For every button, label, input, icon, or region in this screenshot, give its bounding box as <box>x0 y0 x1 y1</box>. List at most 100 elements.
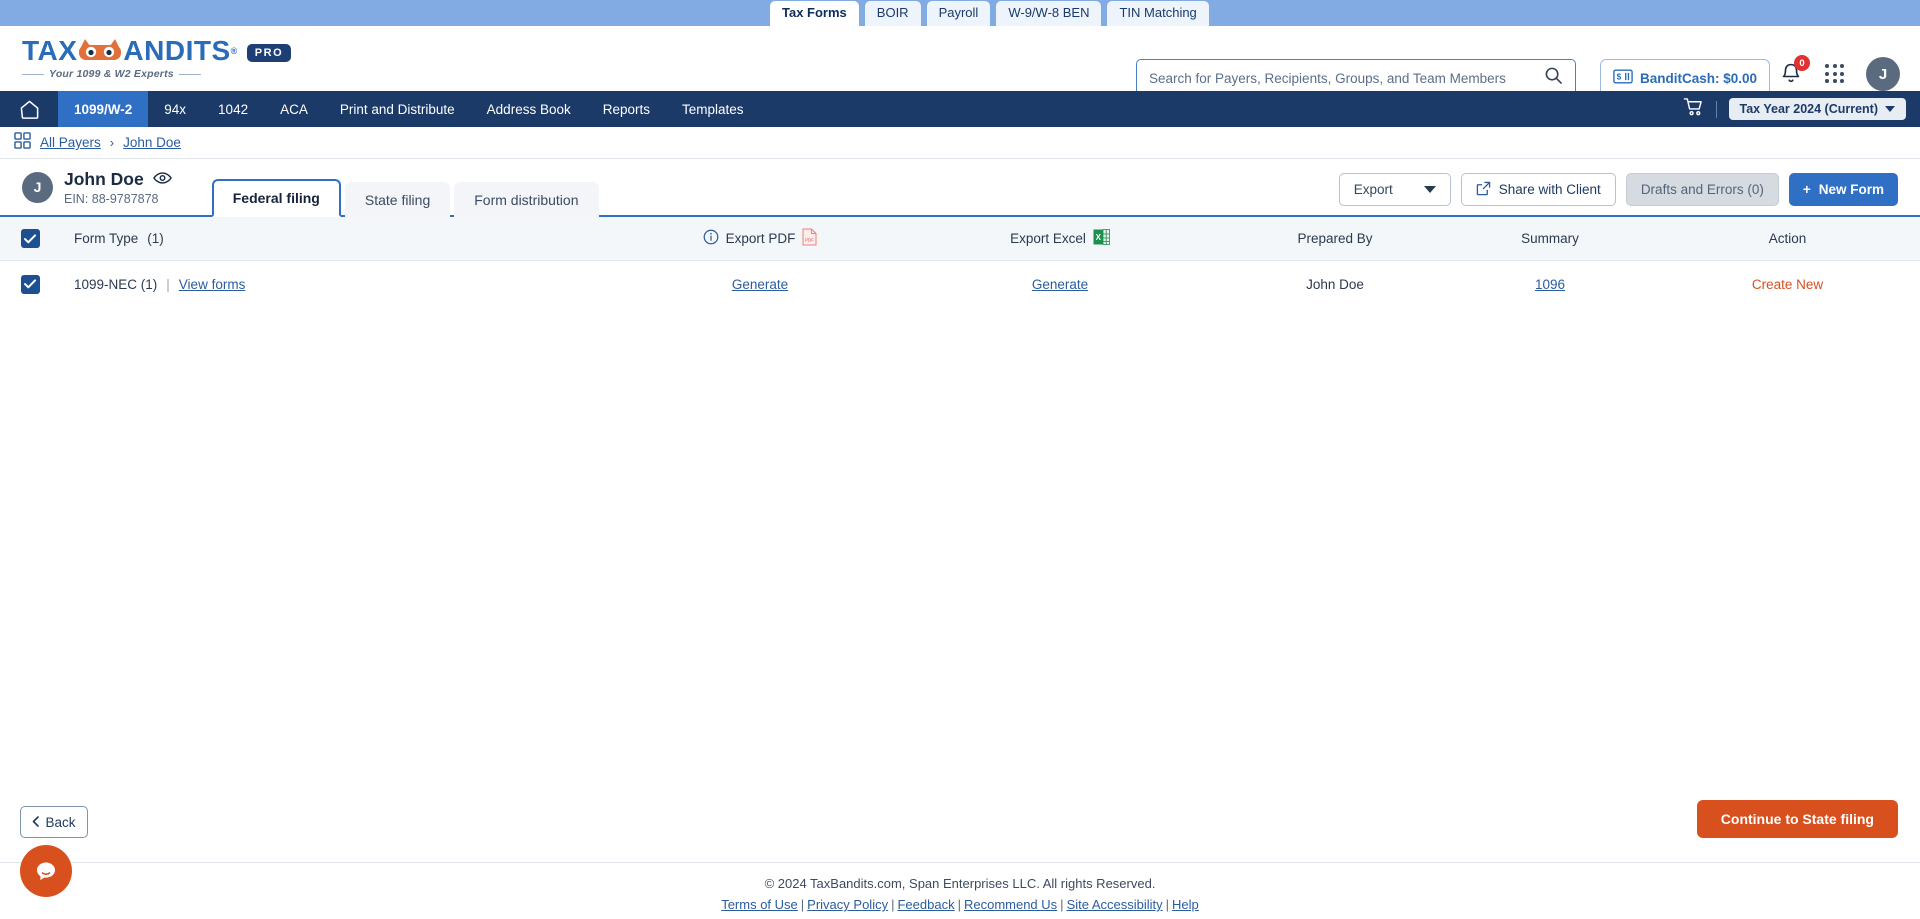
export-dropdown-button[interactable]: Export <box>1339 173 1451 206</box>
nav-right-group: Tax Year 2024 (Current) <box>1683 91 1907 127</box>
tab-form-distribution[interactable]: Form distribution <box>454 182 598 217</box>
column-header-export-pdf: Export PDF PDF <box>625 228 895 249</box>
footer-link-site-accessibility[interactable]: Site Accessibility <box>1067 897 1163 912</box>
product-tab-strip: Tax Forms BOIR Payroll W-9/W-8 BEN TIN M… <box>0 0 1920 26</box>
chevron-left-icon <box>32 815 39 830</box>
breadcrumb-item-john-doe[interactable]: John Doe <box>123 135 181 150</box>
bandit-mask-icon <box>77 40 123 62</box>
export-pdf-label: Export PDF <box>726 231 796 246</box>
payer-avatar: J <box>22 172 53 203</box>
logo-trademark: ® <box>231 47 238 56</box>
column-header-form-type: Form Type (1) <box>60 231 625 246</box>
form-type-label: Form Type <box>74 231 138 246</box>
nav-item-reports[interactable]: Reports <box>587 91 666 127</box>
tax-year-selector[interactable]: Tax Year 2024 (Current) <box>1729 98 1907 120</box>
row-form-type: 1099-NEC (1) <box>74 277 157 292</box>
logo-part2: ANDITS <box>123 37 230 65</box>
nav-item-1099-w2[interactable]: 1099/W-2 <box>58 91 148 127</box>
logo-text: TAXANDITS® Your 1099 & W2 Experts <box>22 37 238 80</box>
column-header-action: Action <box>1655 231 1920 246</box>
bottom-action-bar: Back Continue to State filing <box>0 800 1920 860</box>
tagline-rule-left <box>22 74 44 75</box>
footer-link-terms-of-use[interactable]: Terms of Use <box>721 897 798 912</box>
product-tab-boir[interactable]: BOIR <box>865 1 921 26</box>
footer-separator: | <box>891 897 894 912</box>
nav-item-print-and-distribute[interactable]: Print and Distribute <box>324 91 471 127</box>
column-header-prepared-by: Prepared By <box>1225 231 1445 246</box>
footer-separator: | <box>958 897 961 912</box>
table-header: Form Type (1) Export PDF PDF Export Exce… <box>0 217 1920 261</box>
search-input[interactable] <box>1149 71 1544 86</box>
nav-item-94x[interactable]: 94x <box>148 91 202 127</box>
column-header-export-excel: Export Excel X <box>895 228 1225 249</box>
share-with-client-button[interactable]: Share with Client <box>1461 173 1616 206</box>
row-action-cell: Create New <box>1655 277 1920 292</box>
footer-link-privacy-policy[interactable]: Privacy Policy <box>807 897 888 912</box>
payer-info: John Doe EIN: 88-9787878 <box>64 169 172 206</box>
pdf-file-icon[interactable]: PDF <box>802 228 817 249</box>
form-type-count: (1) <box>147 231 164 246</box>
info-icon[interactable] <box>703 229 719 248</box>
chevron-down-icon <box>1885 102 1895 116</box>
tab-state-filing[interactable]: State filing <box>345 182 450 217</box>
notification-count-badge: 0 <box>1794 55 1810 71</box>
grid-apps-icon[interactable] <box>1825 64 1844 83</box>
footer-separator: | <box>801 897 804 912</box>
table-row: 1099-NEC (1) | View forms Generate Gener… <box>0 261 1920 307</box>
chevron-down-icon <box>1424 182 1436 197</box>
continue-to-state-filing-button[interactable]: Continue to State filing <box>1697 800 1898 838</box>
home-icon[interactable] <box>0 91 58 127</box>
footer-link-help[interactable]: Help <box>1172 897 1199 912</box>
select-all-checkbox[interactable] <box>21 229 40 248</box>
plus-icon: + <box>1803 182 1811 197</box>
tab-federal-filing[interactable]: Federal filing <box>212 179 341 217</box>
chat-bubble-icon[interactable] <box>20 845 72 897</box>
logo[interactable]: TAXANDITS® Your 1099 & W2 Experts PRO <box>22 37 291 80</box>
breadcrumb-item-all-payers[interactable]: All Payers <box>40 135 101 150</box>
back-label: Back <box>45 815 75 830</box>
pro-badge: PRO <box>247 44 291 62</box>
generate-excel-link[interactable]: Generate <box>1032 277 1088 292</box>
new-form-label: New Form <box>1819 182 1884 197</box>
tagline-text: Your 1099 & W2 Experts <box>49 68 174 80</box>
nav-item-templates[interactable]: Templates <box>666 91 760 127</box>
nav-item-1042[interactable]: 1042 <box>202 91 264 127</box>
column-header-summary: Summary <box>1445 231 1655 246</box>
eye-icon[interactable] <box>153 169 172 190</box>
tax-year-label: Tax Year 2024 (Current) <box>1740 102 1879 116</box>
user-avatar[interactable]: J <box>1866 57 1900 91</box>
drafts-and-errors-button[interactable]: Drafts and Errors (0) <box>1626 173 1779 206</box>
row-select-cell <box>0 275 60 294</box>
select-all-cell <box>0 229 60 248</box>
summary-1096-link[interactable]: 1096 <box>1535 277 1565 292</box>
nav-item-address-book[interactable]: Address Book <box>471 91 587 127</box>
view-forms-link[interactable]: View forms <box>179 277 246 292</box>
product-tab-tax-forms[interactable]: Tax Forms <box>770 1 859 26</box>
shopping-cart-icon[interactable] <box>1683 97 1704 122</box>
create-new-link[interactable]: Create New <box>1752 277 1823 292</box>
nav-item-aca[interactable]: ACA <box>264 91 324 127</box>
row-summary-cell: 1096 <box>1445 277 1655 292</box>
product-tab-tin-matching[interactable]: TIN Matching <box>1107 1 1208 26</box>
cell-divider: | <box>166 277 170 292</box>
footer-link-recommend-us[interactable]: Recommend Us <box>964 897 1057 912</box>
grid-view-icon[interactable] <box>14 132 31 154</box>
filing-tabs: Federal filing State filing Form distrib… <box>212 159 599 215</box>
main-navigation: 1099/W-2 94x 1042 ACA Print and Distribu… <box>0 91 1920 127</box>
search-icon[interactable] <box>1544 66 1563 90</box>
tagline-rule-right <box>179 74 201 75</box>
generate-pdf-link[interactable]: Generate <box>732 277 788 292</box>
share-label: Share with Client <box>1499 182 1601 197</box>
page-footer: © 2024 TaxBandits.com, Span Enterprises … <box>0 862 1920 912</box>
row-checkbox[interactable] <box>21 275 40 294</box>
new-form-button[interactable]: + New Form <box>1789 173 1898 206</box>
breadcrumb: All Payers › John Doe <box>0 127 1920 159</box>
product-tab-payroll[interactable]: Payroll <box>927 1 991 26</box>
excel-file-icon[interactable]: X <box>1093 228 1110 249</box>
product-tab-w9-w8ben[interactable]: W-9/W-8 BEN <box>996 1 1101 26</box>
notification-bell[interactable]: 0 <box>1780 62 1802 91</box>
footer-separator: | <box>1166 897 1169 912</box>
back-button[interactable]: Back <box>20 806 88 838</box>
footer-link-feedback[interactable]: Feedback <box>897 897 954 912</box>
money-icon: $ <box>1613 69 1633 87</box>
